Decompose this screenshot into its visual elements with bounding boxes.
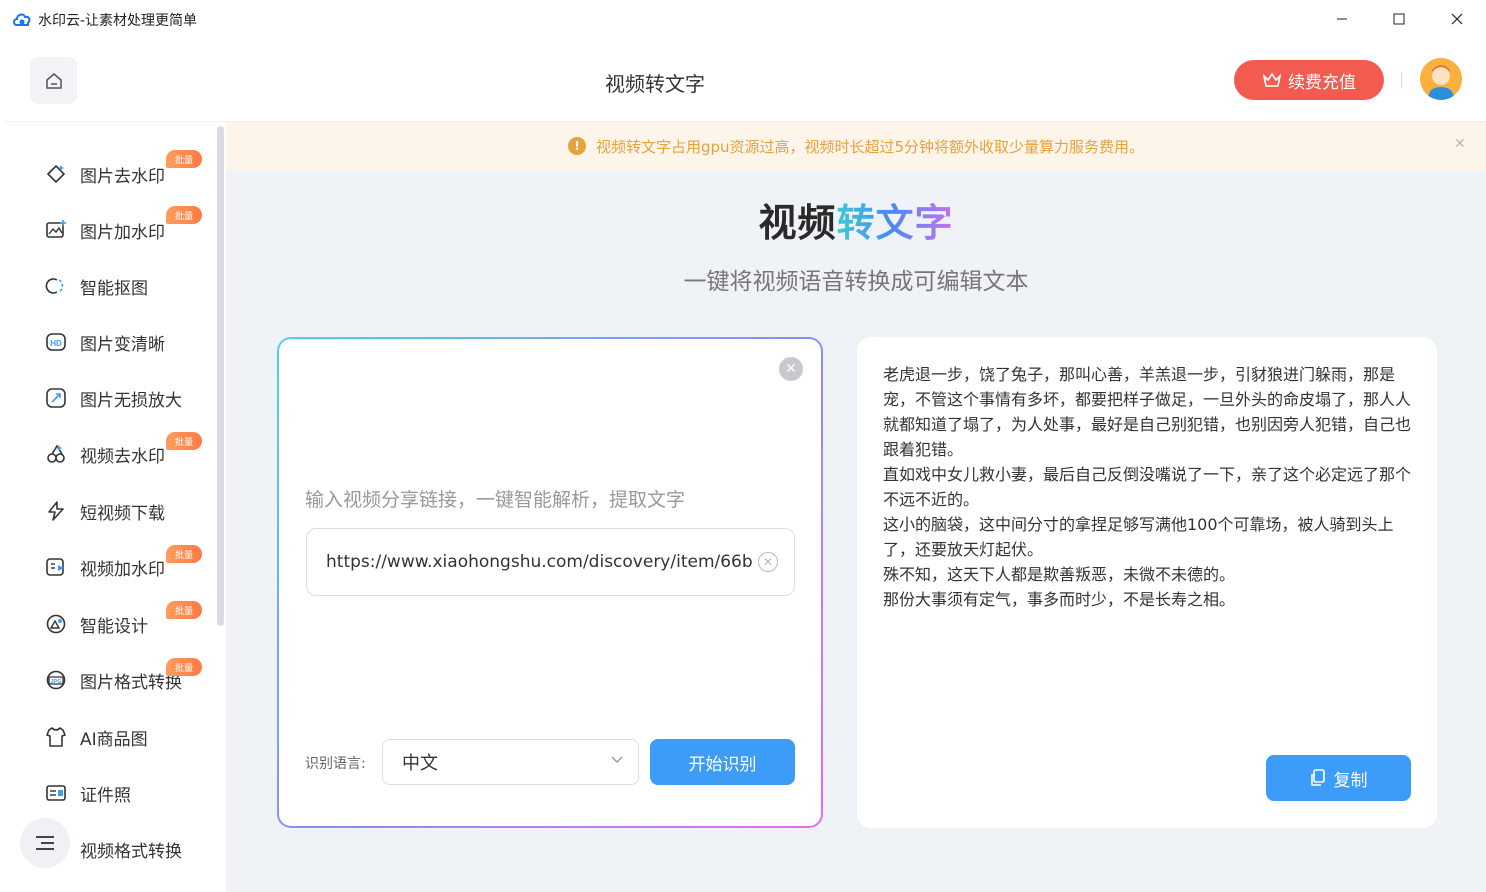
renew-button[interactable]: 续费充值 [1234,60,1384,100]
input-hint: 输入视频分享链接，一键智能解析，提取文字 [305,489,686,511]
result-paragraph: 直如戏中女儿救小妻，最后自己反倒没嘴说了一下，亲了这个必定远了那个不远不近的。 [883,465,1412,509]
sidebar-item-label: AI商品图 [80,729,148,750]
header-divider [1401,72,1402,88]
copy-button[interactable]: 复制 [1266,755,1411,801]
batch-badge: 批量 [166,432,202,450]
sidebar-item-label: 证件照 [80,785,131,806]
result-text[interactable]: 老虎退一步，饶了兔子，那叫心善，羊羔退一步，引豺狼进门躲雨，那是宠，不管这个事情… [883,362,1415,612]
sidebar-item-id-photo[interactable]: 证件照 [44,778,214,808]
language-label: 识别语言: [305,756,366,772]
avatar[interactable] [1420,58,1462,100]
start-recognition-button[interactable]: 开始识别 [650,739,795,785]
batch-badge: 批量 [166,545,202,563]
maximize-button[interactable] [1370,0,1428,38]
batch-badge: 批量 [166,150,202,168]
sidebar-item-label: 视频去水印 [80,446,165,467]
image-plus-icon [44,218,68,242]
result-paragraph: 那份大事须有定气，事多而时少，不是长寿之相。 [883,590,1236,609]
input-card: ✕ 输入视频分享链接，一键智能解析，提取文字 https://www.xiaoh… [277,337,823,828]
result-paragraph: 老虎退一步，饶了兔子，那叫心善，羊羔退一步，引豺狼进门躲雨，那是宠，不管这个事情… [883,365,1412,459]
result-paragraph: 殊不知，这天下人都是欺善叛恶，未微不未德的。 [883,565,1236,584]
chevron-down-icon [611,756,623,763]
design-icon [44,612,68,636]
sidebar-item-label: 图片变清晰 [80,334,165,355]
clear-input-icon[interactable]: ✕ [758,552,778,572]
shirt-icon [44,725,68,749]
batch-badge: 批量 [166,658,202,676]
tiktok-icon [44,499,68,523]
notice-close-icon[interactable]: ✕ [1454,136,1466,152]
renew-label: 续费充值 [1288,72,1356,93]
close-window-button[interactable] [1428,0,1486,38]
hd-icon: HD [44,330,68,354]
copy-label: 复制 [1333,770,1368,791]
sidebar: 图片去水印 批量 图片加水印 批量 智能抠图 HD 图片变清晰 图片无损放大 视… [4,122,226,892]
magic-wand-icon [44,162,68,186]
maximize-icon [1393,13,1405,25]
sidebar-item-label: 智能设计 [80,616,148,637]
sidebar-item-label: 图片无损放大 [80,390,182,411]
minimize-icon [1337,18,1347,20]
user-avatar-icon [1420,58,1462,100]
sidebar-item-smart-cutout[interactable]: 智能抠图 [44,271,214,301]
jpg-icon: JPG [44,668,68,692]
card-close-icon[interactable]: ✕ [779,357,803,381]
sidebar-item-image-enhance[interactable]: HD 图片变清晰 [44,327,214,357]
hero-title-gradient: 转文字 [836,201,954,245]
sidebar-scrollbar[interactable] [217,126,224,626]
result-paragraph: 这小的脑袋，这中间分寸的拿捏足够写满他100个可靠场，被人骑到头上了，还要放天灯… [883,515,1394,559]
sidebar-item-short-video-download[interactable]: 短视频下载 [44,496,214,526]
crown-icon [1262,72,1282,87]
sidebar-item-label: 视频加水印 [80,559,165,580]
cloud-logo-icon [13,13,31,26]
url-input[interactable]: https://www.xiaohongshu.com/discovery/it… [306,528,795,596]
batch-badge: 批量 [166,601,202,619]
result-card: 老虎退一步，饶了兔子，那叫心善，羊羔退一步，引豺狼进门躲雨，那是宠，不管这个事情… [857,337,1437,828]
page-header: 视频转文字 续费充值 [4,38,1486,122]
enlarge-icon [44,386,68,410]
menu-icon [36,836,54,850]
sidebar-item-label: 图片去水印 [80,166,165,187]
sidebar-item-label: 短视频下载 [80,503,165,524]
hero-title: 视频转文字 [226,192,1486,247]
notice-bar: ! 视频转文字占用gpu资源过高，视频时长超过5分钟将额外收取少量算力服务费用。… [226,122,1486,170]
close-icon [1451,13,1463,25]
sidebar-item-ai-product-image[interactable]: AI商品图 [44,722,214,752]
language-select-value: 中文 [402,753,438,774]
sidebar-item-label: 视频格式转换 [80,841,182,862]
main-content: ! 视频转文字占用gpu资源过高，视频时长超过5分钟将额外收取少量算力服务费用。… [226,122,1486,892]
warning-icon: ! [567,137,586,155]
sidebar-item-label: 图片加水印 [80,222,165,243]
minimize-button[interactable] [1313,0,1371,38]
copy-icon [1310,769,1325,786]
page-title: 视频转文字 [605,72,705,96]
title-bar: 水印云-让素材处理更简单 [0,0,1486,38]
hero-title-dark: 视频 [758,201,837,245]
app-title: 水印云-让素材处理更简单 [38,13,198,29]
video-erase-icon [44,442,68,466]
batch-badge: 批量 [166,206,202,224]
hero-subtitle: 一键将视频语音转换成可编辑文本 [683,269,1029,295]
url-input-value[interactable]: https://www.xiaohongshu.com/discovery/it… [326,552,752,572]
language-select[interactable]: 中文 [382,739,639,785]
id-card-icon [44,781,68,805]
cutout-icon [44,274,68,298]
sidebar-item-label: 智能抠图 [80,278,148,299]
svg-text:JPG: JPG [50,679,61,685]
sidebar-item-lossless-enlarge[interactable]: 图片无损放大 [44,383,214,413]
notice-text: 视频转文字占用gpu资源过高，视频时长超过5分钟将额外收取少量算力服务费用。 [595,137,1145,156]
svg-text:HD: HD [50,339,62,348]
collapse-menu-button[interactable] [20,818,70,868]
video-add-icon [44,555,68,579]
